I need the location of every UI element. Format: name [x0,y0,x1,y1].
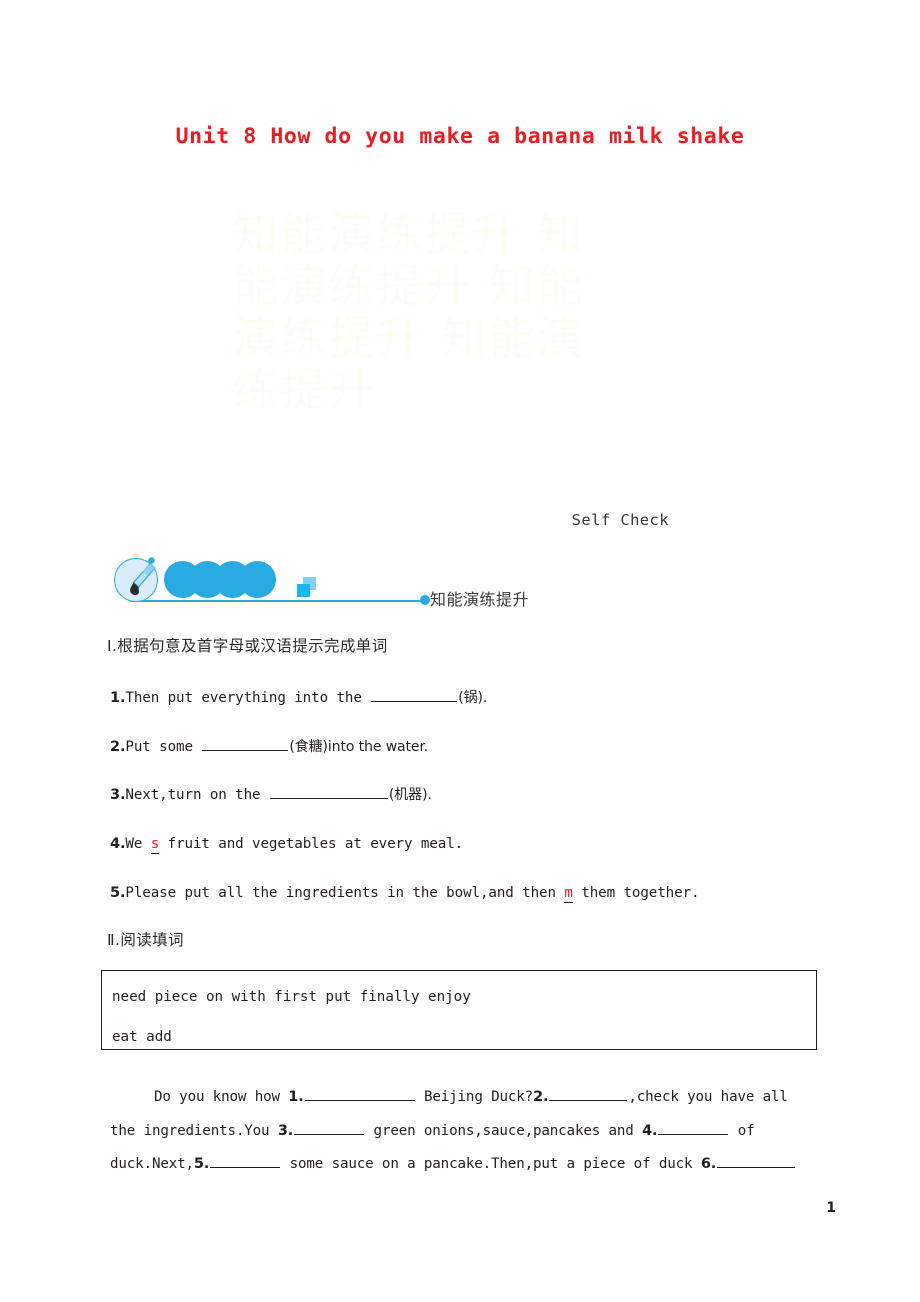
question-item: 3.Next,turn on the (机器). [110,784,432,805]
blank-number: 6. [700,1156,717,1172]
passage-line: duck.Next,5. some sauce on a pancake.The… [110,1148,810,1182]
question-text-before: Please put all the ingredients in the bo… [125,885,565,901]
worksheet-page: Unit 8 How do you make a banana milk sha… [0,0,920,1302]
blank-number: 2. [533,1089,549,1105]
first-letter-hint: m [564,885,573,903]
word-bank-box: need piece on with first put finally enj… [101,970,817,1050]
passage-text: the ingredients.You [110,1122,278,1139]
passage-text: ,check you have all [628,1089,788,1105]
question-text-before: Then put everything into the [125,690,371,706]
section-2-heading: Ⅱ.阅读填词 [107,931,184,949]
question-number: 5. [110,885,126,901]
passage-line: Do you know how 1. Beijing Duck?2. ,check… [110,1081,810,1115]
banner-rule [130,600,425,602]
answer-blank[interactable] [371,687,458,702]
answer-blank[interactable] [269,784,388,799]
question-item: 4.We s fruit and vegetables at every mea… [110,833,463,854]
blank-number: 4. [642,1122,658,1139]
answer-blank[interactable] [304,1086,415,1101]
banner-label: 知能演练提升 [430,590,530,609]
question-number: 2. [110,739,126,755]
question-item: 1.Then put everything into the (锅). [110,687,487,708]
self-check-label: Self Check [571,511,669,529]
question-text-after: them together. [572,885,700,901]
cloze-passage: Do you know how 1. Beijing Duck?2. ,check… [110,1081,810,1182]
answer-blank[interactable] [294,1120,365,1135]
section-1-heading: Ⅰ.根据句意及首字母或汉语提示完成单词 [107,637,388,655]
banner-end-dot [420,595,430,605]
page-title: Unit 8 How do you make a banana milk sha… [175,124,745,149]
answer-blank[interactable] [202,736,289,751]
answer-blank[interactable] [658,1120,729,1135]
question-number: 1. [110,690,126,706]
question-number: 4. [110,836,126,852]
banner-bubble [239,561,276,598]
question-item: 2.Put some (食糖)into the water. [110,736,428,757]
word-bank-line: eat add [112,1029,172,1045]
blank-number: 5. [193,1156,210,1172]
passage-text: of [729,1122,755,1139]
passage-text: some sauce on a pancake.Then,put a piece… [281,1156,701,1172]
passage-text: Do you know how [154,1089,289,1105]
question-text-after: (锅). [458,690,488,706]
answer-blank[interactable] [210,1153,281,1168]
question-text-after: (食糖)into the water. [289,739,429,755]
question-number: 3. [110,787,126,803]
question-text-before: Next,turn on the [125,787,269,803]
blank-number: 3. [277,1122,294,1139]
blank-number: 1. [288,1089,304,1105]
banner-square-solid [297,584,310,597]
passage-line: the ingredients.You 3. green onions,sauc… [110,1115,810,1149]
passage-text: Beijing Duck? [415,1089,534,1105]
answer-blank[interactable] [549,1086,628,1101]
question-text-after: (机器). [388,787,432,803]
question-item: 5.Please put all the ingredients in the … [110,882,700,903]
passage-text: green onions,sauce,pancakes and [365,1122,643,1139]
section-banner: 知能演练提升 [108,556,808,614]
answer-blank[interactable] [717,1153,796,1168]
word-bank-line: need piece on with first put finally enj… [112,989,471,1005]
passage-text: duck.Next, [110,1156,194,1172]
question-text-after: fruit and vegetables at every meal. [159,836,464,852]
first-letter-hint: s [150,836,160,854]
page-number: 1 [826,1200,836,1216]
question-text-before: We [125,836,151,852]
background-watermark: 知能演练提升 知能演练提升 知能演练提升 知能演练提升 [232,208,585,408]
question-text-before: Put some [125,739,202,755]
paintbrush-icon [130,557,156,596]
